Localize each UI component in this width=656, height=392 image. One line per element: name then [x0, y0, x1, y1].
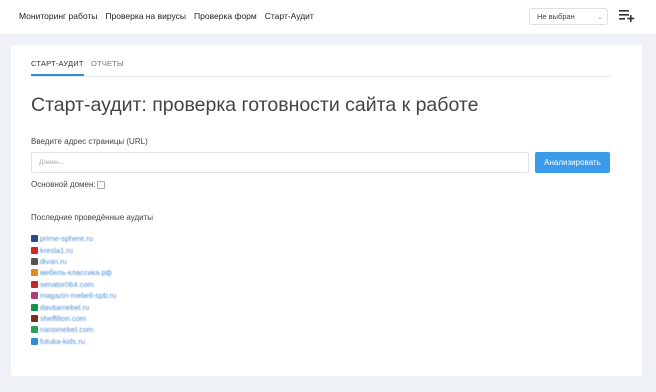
nav-item-virus-check[interactable]: Проверка на вирусы — [105, 11, 186, 21]
audit-link[interactable]: prime-sphere.ru — [40, 234, 93, 243]
site-favicon-icon — [31, 303, 38, 311]
list-item: magazin-mebeli-spb.ru — [31, 290, 116, 301]
site-favicon-icon — [31, 280, 38, 288]
url-input[interactable] — [31, 152, 529, 173]
playlist-add-icon[interactable] — [619, 9, 635, 23]
site-favicon-icon — [31, 235, 38, 243]
main-domain-checkbox[interactable] — [96, 180, 105, 189]
top-bar: Мониторинг работы Проверка на вирусы Про… — [0, 0, 656, 34]
nav-item-start-audit[interactable]: Старт-Аудит — [265, 11, 314, 21]
main-card: СТАРТ-АУДИТ ОТЧЕТЫ Старт-аудит: проверка… — [11, 45, 642, 376]
audit-link[interactable]: sheffilton.com — [40, 314, 86, 323]
site-favicon-icon — [31, 337, 38, 345]
nav-item-monitoring[interactable]: Мониторинг работы — [19, 11, 97, 21]
main-domain-row: Основной домен: — [31, 180, 105, 189]
audit-link[interactable]: divan.ru — [40, 257, 67, 266]
tab-reports[interactable]: ОТЧЕТЫ — [91, 59, 124, 75]
page-title: Старт-аудит: проверка готовности сайта к… — [31, 94, 479, 116]
audit-link[interactable]: kresla1.ru — [40, 246, 73, 255]
recent-audits-title: Последние проведённые аудиты — [31, 213, 154, 222]
site-favicon-icon — [31, 269, 38, 277]
site-favicon-icon — [31, 326, 38, 334]
audit-link[interactable]: davitamebel.ru — [40, 303, 89, 312]
main-domain-label: Основной домен: — [31, 180, 96, 189]
site-favicon-icon — [31, 246, 38, 254]
url-field-label: Введите адрес страницы (URL) — [31, 137, 148, 146]
list-item: senator064.com — [31, 279, 116, 290]
nav-item-form-check[interactable]: Проверка форм — [194, 11, 257, 21]
chevron-down-icon: ⌄ — [597, 14, 603, 21]
list-item: prime-sphere.ru — [31, 233, 116, 244]
main-nav: Мониторинг работы Проверка на вирусы Про… — [19, 11, 314, 21]
site-favicon-icon — [31, 292, 38, 300]
audit-link[interactable]: nanomebel.com — [40, 325, 93, 334]
tab-bar: СТАРТ-АУДИТ ОТЧЕТЫ — [31, 45, 611, 77]
project-select-value: Не выбран — [537, 12, 575, 21]
audit-link[interactable]: futuka-kids.ru — [40, 337, 85, 346]
project-select[interactable]: Не выбран ⌄ — [529, 8, 608, 25]
audit-link[interactable]: мебель-классика.рф — [40, 268, 112, 277]
list-item: sheffilton.com — [31, 313, 116, 324]
audit-link[interactable]: senator064.com — [40, 280, 94, 289]
audit-link[interactable]: magazin-mebeli-spb.ru — [40, 291, 116, 300]
list-item: мебель-классика.рф — [31, 267, 116, 278]
site-favicon-icon — [31, 257, 38, 265]
list-item: kresla1.ru — [31, 244, 116, 255]
list-item: divan.ru — [31, 256, 116, 267]
analyze-button[interactable]: Анализировать — [535, 152, 610, 173]
list-item: futuka-kids.ru — [31, 336, 116, 347]
recent-audits-list: prime-sphere.ru kresla1.ru divan.ru мебе… — [31, 233, 116, 347]
list-item: nanomebel.com — [31, 324, 116, 335]
tab-start-audit[interactable]: СТАРТ-АУДИТ — [31, 59, 84, 76]
site-favicon-icon — [31, 314, 38, 322]
list-item: davitamebel.ru — [31, 301, 116, 312]
